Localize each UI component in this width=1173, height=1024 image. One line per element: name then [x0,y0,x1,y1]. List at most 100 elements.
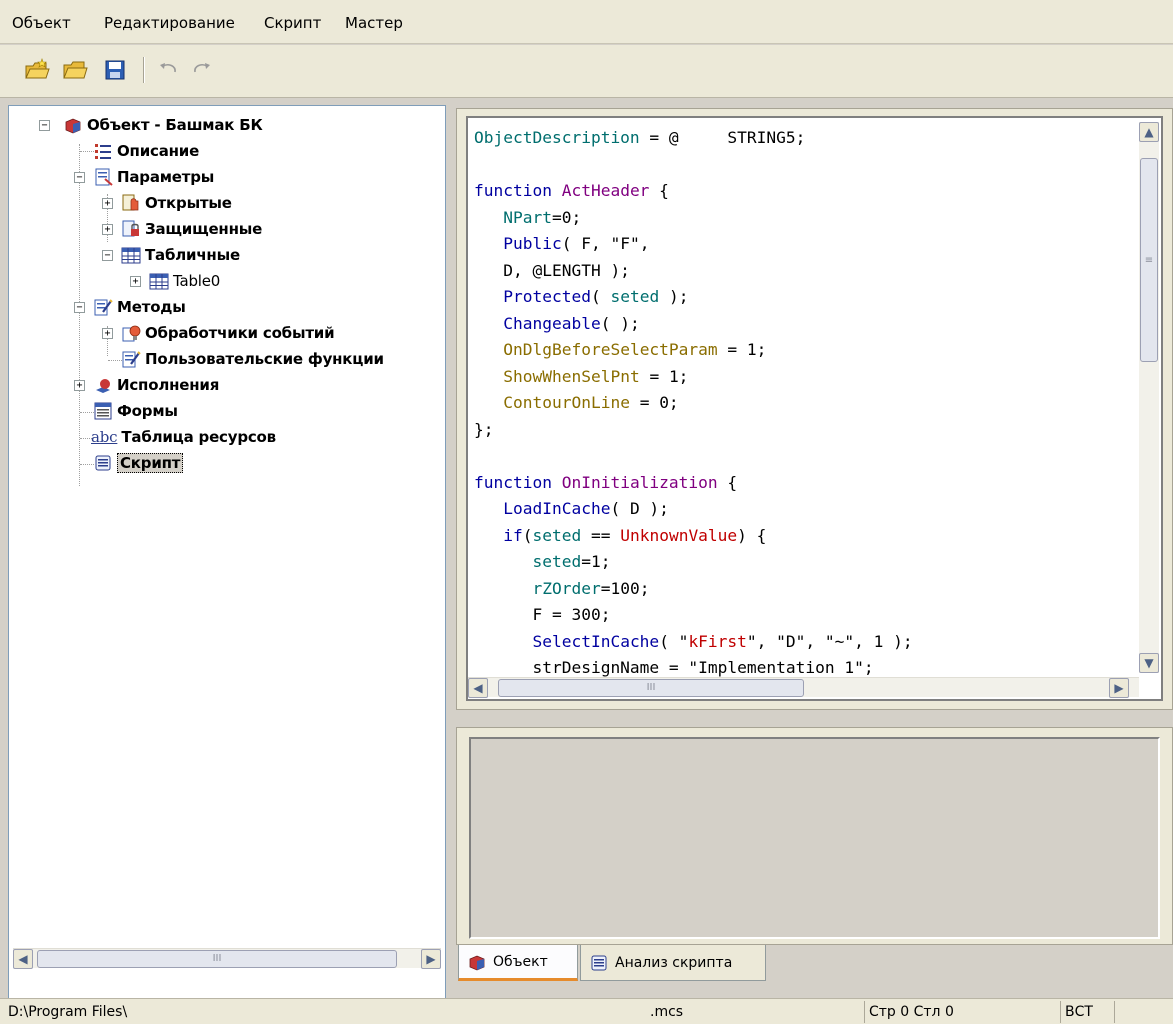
status-extension: .mcs [650,1004,684,1020]
toolbar [0,45,1173,98]
tree-label-script: Скрипт [117,453,184,473]
tree-item-root[interactable]: Объект - Башмак БК [63,114,263,136]
methods-icon [122,351,141,368]
tree-item-description[interactable]: Описание [93,140,199,162]
code-line-16: if(seted == UnknownValue) { [503,525,767,545]
event-handlers-expand-toggle[interactable]: + [102,328,113,339]
event-bulb-icon [122,325,141,342]
menu-edit[interactable]: Редактирование [104,14,235,32]
chevron-up-icon: ▲ [1144,125,1154,139]
menu-object[interactable]: Объект [12,14,71,32]
tree-item-script[interactable]: Скрипт [93,452,184,474]
tab-object[interactable]: Объект [458,945,578,981]
status-insert-mode: ВСТ [1060,1001,1110,1023]
code-line-6: D, @LENGTH ); [474,260,630,280]
undo-button[interactable] [153,55,183,85]
menu-wizard[interactable]: Мастер [345,14,403,32]
tree-label-protected-params: Защищенные [145,220,263,238]
script-scroll-icon [591,955,607,970]
tree-label-executions: Исполнения [117,376,220,394]
code-line-17: seted=1; [532,552,611,571]
parameters-collapse-toggle[interactable]: − [74,172,85,183]
new-object-button[interactable] [22,55,52,85]
chevron-down-icon: ▼ [1144,656,1154,670]
tree-item-methods[interactable]: Методы [93,296,186,318]
tree-item-executions[interactable]: Исполнения [93,374,219,396]
code-line-21: strDesignName = "Implementation 1"; [474,658,874,677]
tree-item-forms[interactable]: Формы [93,400,178,422]
methods-collapse-toggle[interactable]: − [74,302,85,313]
scroll-thumb[interactable]: III [37,950,397,968]
code-line-3: function ActHeader { [474,181,669,200]
open-expand-toggle[interactable]: + [102,198,113,209]
tree-item-resources[interactable]: abc Таблица ресурсов [91,426,276,448]
tab-script-analysis-label: Анализ скрипта [615,954,733,971]
undo-icon [160,63,176,73]
tree-item-open-params[interactable]: Открытые [121,192,232,214]
tree-item-table0[interactable]: Table0 [149,270,220,292]
redo-button[interactable] [187,55,217,85]
object-cube-icon [65,118,81,134]
table0-expand-toggle[interactable]: + [130,276,141,287]
tree-item-tabular-params[interactable]: Табличные [121,244,240,266]
editor-horizontal-scrollbar[interactable]: ◀ III ▶ [468,677,1139,698]
tree-connector [80,412,94,413]
lock-icon [122,220,139,237]
tab-script-analysis[interactable]: Анализ скрипта [580,945,766,981]
code-area[interactable]: ObjectDescription = @ STRING5; function … [474,125,913,682]
open-button[interactable] [60,55,90,85]
save-button[interactable] [100,55,130,85]
tree-item-user-functions[interactable]: Пользовательские функции [121,348,384,370]
scroll-thumb[interactable]: III [498,679,804,697]
scroll-right-button[interactable]: ▶ [421,949,441,969]
code-line-10: ShowWhenSelPnt = 1; [503,366,689,386]
script-editor[interactable]: ObjectDescription = @ STRING5; function … [466,116,1163,701]
menu-script[interactable]: Скрипт [264,14,321,32]
table-icon [149,273,169,290]
scroll-thumb[interactable]: ≡ [1140,158,1158,362]
status-empty [1114,1001,1169,1023]
script-scroll-icon [95,455,111,471]
scroll-up-button[interactable]: ▲ [1139,122,1159,142]
status-position: Стр 0 Стл 0 [864,1001,1054,1023]
tree-label-methods: Методы [117,298,186,316]
tree-horizontal-scrollbar[interactable]: ◀ III ▶ [13,948,441,969]
status-path: D:\Program Files\ [8,1004,128,1020]
tabular-collapse-toggle[interactable]: − [102,250,113,261]
status-bar: D:\Program Files\ .mcs Стр 0 Стл 0 ВСТ [0,998,1173,1024]
tree-label-tabular-params: Табличные [145,246,240,264]
object-tree[interactable]: − Объект - Башмак БК Описание − Параметр… [8,105,446,1003]
root-collapse-toggle[interactable]: − [39,120,50,131]
code-line-15: LoadInCache( D ); [503,499,669,518]
tree-connector [80,464,94,465]
tree-connector [108,360,122,361]
code-line-9: OnDlgBeforeSelectParam = 1; [503,340,767,359]
code-line-8: Changeable( ); [503,313,640,333]
tree-label-event-handlers: Обработчики событий [145,324,335,342]
scroll-right-button[interactable]: ▶ [1109,678,1129,698]
tree-item-parameters[interactable]: Параметры [93,166,214,188]
tree-item-event-handlers[interactable]: Обработчики событий [121,322,335,344]
tree-connector [80,151,94,152]
methods-icon [94,299,113,316]
scroll-left-button[interactable]: ◀ [468,678,488,698]
abc-icon: abc [91,428,118,446]
code-line-18: rZOrder=100; [532,578,650,598]
tree-label-root: Объект - Башмак БК [87,116,263,134]
code-line-20: SelectInCache( "kFirst", "D", "~", 1 ); [532,631,913,651]
menu-bar: Объект Редактирование Скрипт Мастер [0,0,1173,44]
tree-connector [79,144,80,486]
protected-expand-toggle[interactable]: + [102,224,113,235]
tree-label-parameters: Параметры [117,168,215,186]
editor-vertical-scrollbar[interactable]: ▲ ≡ ▼ [1139,122,1159,673]
scroll-down-button[interactable]: ▼ [1139,653,1159,673]
tab-strip: Объект Анализ скрипта [456,945,1173,985]
form-icon [94,402,112,420]
tree-item-protected-params[interactable]: Защищенные [121,218,262,240]
scroll-left-button[interactable]: ◀ [13,949,33,969]
code-line-12: }; [474,419,494,439]
executions-expand-toggle[interactable]: + [74,380,85,391]
code-line-14: function OnInitialization { [474,472,738,492]
redo-icon [194,63,210,73]
chevron-left-icon: ◀ [18,952,28,966]
